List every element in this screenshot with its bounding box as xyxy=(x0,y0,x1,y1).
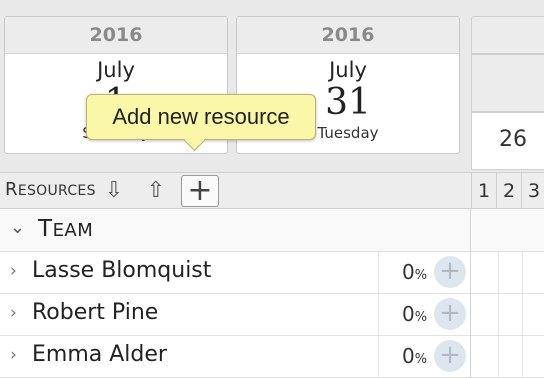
allocation-percent: 0% xyxy=(402,302,428,326)
day-cell: 1 xyxy=(471,173,496,209)
start-month: July xyxy=(97,58,135,82)
resource-name: Lasse Blomquist xyxy=(32,258,212,283)
week-number: 26 xyxy=(471,112,544,170)
grid-line xyxy=(522,336,523,377)
add-resource-button[interactable]: + xyxy=(181,175,219,207)
timeline-year-cell xyxy=(471,16,544,54)
timeline-header: 26 xyxy=(471,16,544,172)
resource-name: Emma Alder xyxy=(32,342,167,367)
group-name: TEAM xyxy=(38,216,94,242)
column-divider xyxy=(378,336,379,377)
resource-row[interactable]: › Emma Alder 0% + xyxy=(0,336,544,378)
day-cell: 2 xyxy=(496,173,521,209)
add-assignment-button[interactable]: + xyxy=(434,256,466,288)
grid-line xyxy=(498,252,499,293)
day-cell: 3 xyxy=(521,173,544,209)
move-up-icon[interactable]: ⇧ xyxy=(142,177,170,205)
allocation-percent: 0% xyxy=(402,260,428,284)
start-year: 2016 xyxy=(5,17,227,54)
end-year: 2016 xyxy=(237,17,459,54)
add-assignment-button[interactable]: + xyxy=(434,340,466,372)
day-columns: 1 2 3 xyxy=(471,172,544,209)
resources-title: RESOURCES xyxy=(5,179,96,200)
resource-name: Robert Pine xyxy=(32,300,159,325)
timeline-month-cell xyxy=(471,54,544,112)
allocation-percent: 0% xyxy=(402,344,428,368)
grid-line xyxy=(522,252,523,293)
move-down-icon[interactable]: ⇩ xyxy=(100,177,128,205)
resource-row[interactable]: › Lasse Blomquist 0% + xyxy=(0,252,544,294)
timeline-divider xyxy=(470,209,471,378)
column-divider xyxy=(378,252,379,293)
grid-line xyxy=(522,294,523,335)
resource-row[interactable]: › Robert Pine 0% + xyxy=(0,294,544,336)
add-icon: + xyxy=(187,173,213,208)
add-resource-tooltip: Add new resource xyxy=(86,94,316,152)
grid-line xyxy=(498,294,499,335)
chevron-right-icon[interactable]: › xyxy=(10,303,17,323)
tooltip-text: Add new resource xyxy=(112,104,290,129)
group-row-team[interactable]: ⌄ TEAM xyxy=(0,209,544,252)
chevron-right-icon[interactable]: › xyxy=(10,345,17,365)
chevron-right-icon[interactable]: › xyxy=(10,261,17,281)
grid-line xyxy=(498,336,499,377)
chevron-down-icon[interactable]: ⌄ xyxy=(10,217,25,238)
end-month: July xyxy=(329,58,367,82)
resources-toolbar: RESOURCES ⇩ ⇧ + xyxy=(0,172,471,209)
column-divider xyxy=(378,294,379,335)
add-assignment-button[interactable]: + xyxy=(434,298,466,330)
